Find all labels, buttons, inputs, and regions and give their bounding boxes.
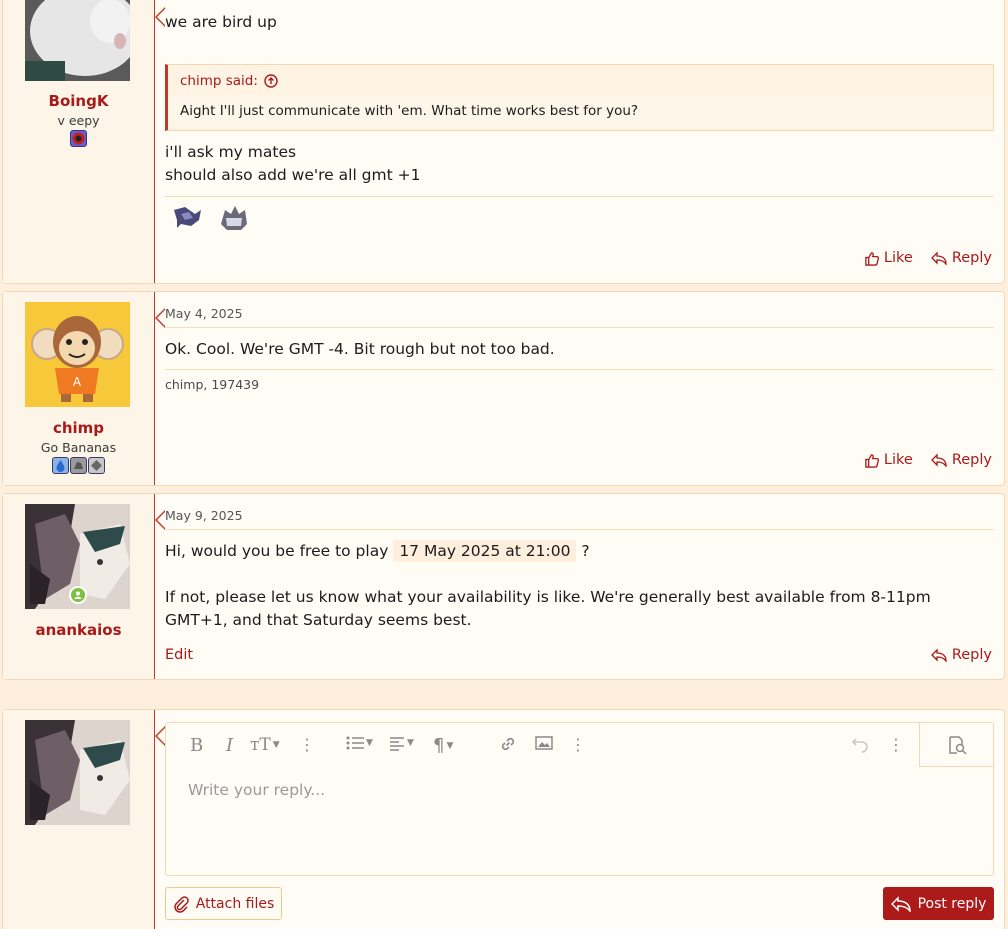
reactor-extra: , 197439 xyxy=(203,377,260,392)
more-text-options-icon[interactable]: ⋮ xyxy=(299,735,315,754)
italic-icon[interactable]: I xyxy=(226,735,233,756)
like-label: Like xyxy=(883,452,913,468)
post-content: May 9, 2025 Hi, would you be free to pla… xyxy=(155,494,1004,679)
paragraph-icon[interactable]: ¶ ▼ xyxy=(433,735,453,756)
reply-label: Reply xyxy=(951,250,992,266)
attach-files-button[interactable]: Attach files xyxy=(165,887,282,920)
reply-placeholder[interactable]: Write your reply... xyxy=(188,781,325,799)
editor-toolbar: B I тТ ▼ ⋮ ▼ ▼ ¶ ▼ ⋮ ⋮ xyxy=(166,723,993,767)
text-size-icon[interactable]: тТ ▼ xyxy=(250,735,280,755)
image-icon[interactable] xyxy=(535,735,553,751)
reply-icon xyxy=(930,453,947,467)
username[interactable]: BoingK xyxy=(3,92,154,110)
reply-icon xyxy=(930,251,947,265)
editor-area: B I тТ ▼ ⋮ ▼ ▼ ¶ ▼ ⋮ ⋮ Write your reply.… xyxy=(155,710,1004,929)
post-date[interactable]: May 4, 2025 xyxy=(165,306,994,328)
post-reply-label: Post reply xyxy=(917,895,987,912)
post-actions: Like Reply xyxy=(864,452,992,468)
username[interactable]: chimp xyxy=(3,419,154,437)
post-text-line: should also add we're all gmt +1 xyxy=(165,166,421,184)
bold-icon[interactable]: B xyxy=(190,735,203,756)
user-title: Go Bananas xyxy=(40,440,117,455)
post-text-before: Hi, would you be free to play xyxy=(165,542,389,560)
post-text-line: i'll ask my mates xyxy=(165,143,297,161)
list-icon[interactable]: ▼ xyxy=(346,735,373,751)
thumbs-up-icon xyxy=(865,453,879,468)
post-text: Hi, would you be free to play 17 May 202… xyxy=(165,540,994,563)
post-actions: Reply xyxy=(930,647,992,663)
preview-button[interactable] xyxy=(919,723,993,767)
username[interactable]: anankaios xyxy=(3,621,154,639)
avatar xyxy=(25,720,130,825)
quick-reply: B I тТ ▼ ⋮ ▼ ▼ ¶ ▼ ⋮ ⋮ Write your reply.… xyxy=(2,709,1005,929)
reply-button[interactable]: Reply xyxy=(930,250,992,266)
reply-button[interactable]: Reply xyxy=(930,647,992,663)
badge-icon xyxy=(70,130,87,147)
ghost-sprite-icon xyxy=(221,206,247,230)
online-status-icon xyxy=(69,586,87,604)
paperclip-icon xyxy=(174,895,189,913)
stone-badge-icon xyxy=(70,457,87,474)
post-text: Ok. Cool. We're GMT -4. Bit rough but no… xyxy=(165,340,555,358)
quote-block: chimp said: Aight I'll just communicate … xyxy=(165,64,994,131)
avatar[interactable]: A xyxy=(25,302,130,407)
metal-badge-icon xyxy=(88,457,105,474)
like-button[interactable]: Like xyxy=(864,250,913,266)
quote-header[interactable]: chimp said: xyxy=(168,65,993,95)
time-chip[interactable]: 17 May 2025 at 21:00 xyxy=(393,540,577,562)
user-badges xyxy=(3,130,154,147)
user-column: BoingK v eepy xyxy=(3,0,166,283)
reply-button[interactable]: Reply xyxy=(930,452,992,468)
post-content: May 4, 2025 Ok. Cool. We're GMT -4. Bit … xyxy=(155,292,1004,485)
reactor-name[interactable]: chimp xyxy=(165,377,203,392)
user-column: anankaios xyxy=(3,494,166,679)
reply-label: Reply xyxy=(951,452,992,468)
signature-sprites xyxy=(171,202,251,234)
post-chimp: A chimp Go Bananas May 4, 2025 Ok. Cool.… xyxy=(2,291,1005,486)
user-title: v eepy xyxy=(57,113,100,128)
svg-text:A: A xyxy=(73,375,82,389)
post-content: we are bird up chimp said: Aight I'll ju… xyxy=(155,0,1004,283)
attach-files-label: Attach files xyxy=(195,895,275,912)
post-actions: Like Reply xyxy=(864,250,992,266)
preview-icon xyxy=(948,735,967,755)
water-drop-badge-icon xyxy=(52,457,69,474)
post-text-after: ? xyxy=(581,542,590,560)
post-anankaios: anankaios May 9, 2025 Hi, would you be f… xyxy=(2,493,1005,680)
avatar[interactable] xyxy=(25,0,130,96)
quote-body: Aight I'll just communicate with 'em. Wh… xyxy=(168,95,993,127)
undo-icon[interactable] xyxy=(851,735,869,753)
post-text: we are bird up xyxy=(165,13,277,31)
post-date[interactable]: May 9, 2025 xyxy=(165,508,994,530)
arrow-up-circle-icon[interactable] xyxy=(264,74,278,88)
reactions-list[interactable]: chimp, 197439 xyxy=(165,377,259,392)
reply-icon xyxy=(890,895,911,912)
post-paragraph: If not, please let us know what your ava… xyxy=(165,588,931,629)
like-label: Like xyxy=(883,250,913,266)
post-reply-button[interactable]: Post reply xyxy=(883,887,994,920)
more-insert-options-icon[interactable]: ⋮ xyxy=(570,735,586,754)
user-column xyxy=(3,710,166,929)
quote-author[interactable]: chimp said: xyxy=(180,73,258,89)
thumbs-up-icon xyxy=(865,251,879,266)
reply-editor[interactable]: B I тТ ▼ ⋮ ▼ ▼ ¶ ▼ ⋮ ⋮ Write your reply.… xyxy=(165,722,994,876)
post-boingk: BoingK v eepy we are bird up chimp said:… xyxy=(2,0,1005,284)
reply-label: Reply xyxy=(951,647,992,663)
edit-button[interactable]: Edit xyxy=(165,647,193,663)
bird-sprite-icon xyxy=(174,207,201,228)
link-icon[interactable] xyxy=(499,735,517,753)
reply-icon xyxy=(930,648,947,662)
more-editor-options-icon[interactable]: ⋮ xyxy=(888,735,904,754)
user-column: A chimp Go Bananas xyxy=(3,292,166,485)
align-icon[interactable]: ▼ xyxy=(389,735,414,751)
like-button[interactable]: Like xyxy=(864,452,913,468)
user-badges xyxy=(3,457,154,474)
